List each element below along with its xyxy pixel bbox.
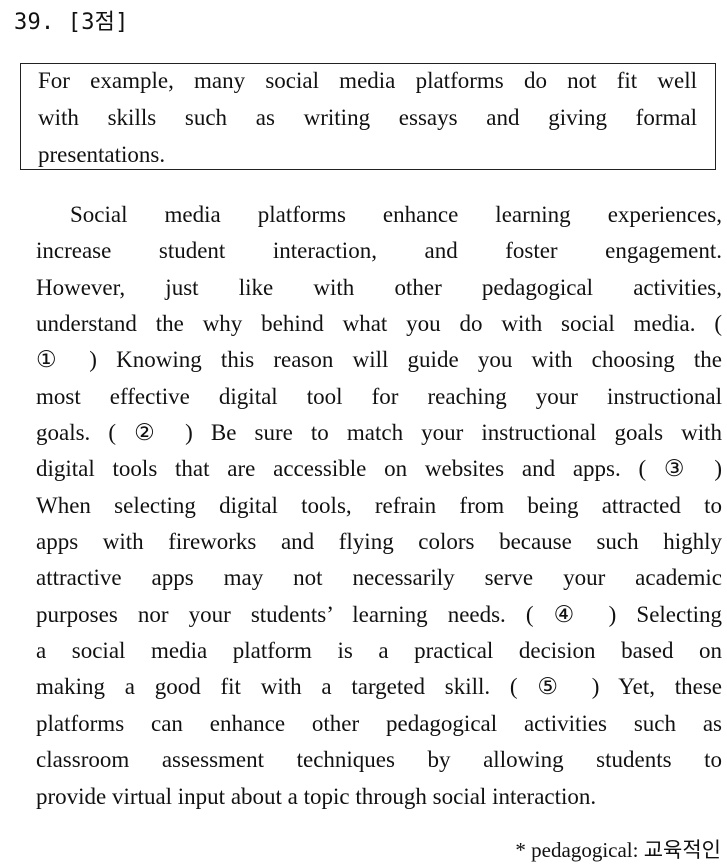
passage-line: digital tools that are accessible on web… [36,456,722,481]
passage-line: ① ) Knowing this reason will guide you w… [36,347,722,372]
given-sentence-line: with skills such as writing essays and g… [38,105,697,130]
passage-line: When selecting digital tools, refrain fr… [36,493,722,518]
passage-line: increase student interaction, and foster… [36,238,722,263]
passage-line: Social media platforms enhance learning … [70,202,722,227]
passage-line: attractive apps may not necessarily serv… [36,565,722,590]
passage-line: making a good fit with a targeted skill.… [36,674,722,699]
passage-line: goals. ( ② ) Be sure to match your instr… [36,420,722,445]
question-number: 39. [3점] [14,10,129,35]
passage-line: However, just like with other pedagogica… [36,275,722,300]
passage-line: most effective digital tool for reaching… [36,384,722,409]
passage-line: purposes nor your students’ learning nee… [36,602,722,627]
passage-line: understand the why behind what you do wi… [36,311,722,336]
passage-line: provide virtual input about a topic thro… [36,784,597,809]
footnote: * pedagogical: 교육적인 [515,838,721,862]
passage-line: apps with fireworks and flying colors be… [36,529,722,554]
given-sentence-line: presentations. [38,142,166,167]
given-sentence-line: For example, many social media platforms… [38,68,697,93]
passage-line: platforms can enhance other pedagogical … [36,711,722,736]
passage-line: a social media platform is a practical d… [36,638,722,663]
passage-line: classroom assessment techniques by allow… [36,747,722,772]
